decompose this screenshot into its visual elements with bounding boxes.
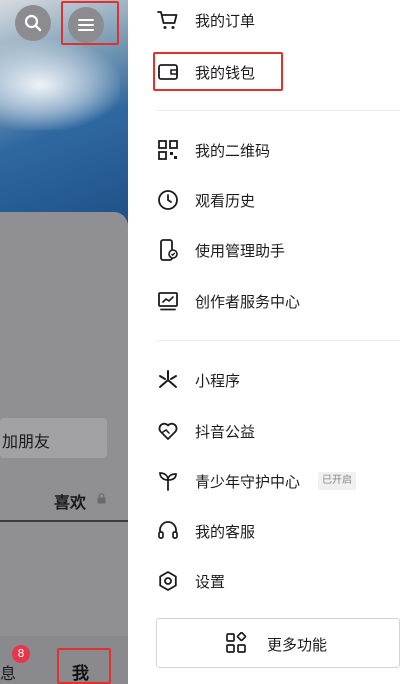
- menu-item-label: 观看历史: [195, 192, 256, 210]
- creator-chart-icon: [158, 292, 178, 311]
- qrcode-icon: [158, 140, 178, 160]
- menu-item-label: 我的二维码: [195, 142, 271, 160]
- phone-settings-icon: [160, 239, 178, 261]
- menu-button-highlight: [61, 1, 119, 45]
- tab-indicator: [0, 520, 128, 522]
- menu-divider: [156, 110, 400, 111]
- nav-me-highlight: [57, 648, 111, 684]
- menu-item-label: 创作者服务中心: [195, 293, 301, 311]
- settings-hexagon-icon: [159, 571, 177, 591]
- menu-item-mini-program[interactable]: 小程序: [128, 360, 420, 400]
- headset-icon: [158, 521, 178, 539]
- add-friend-label: 加朋友: [2, 432, 51, 451]
- menu-item-customer-service[interactable]: 我的客服: [128, 511, 420, 551]
- menu-item-label: 小程序: [195, 372, 241, 390]
- profile-page-overlay[interactable]: 加朋友 喜欢 息 8 我: [0, 0, 128, 684]
- cover-glare: [0, 40, 120, 130]
- menu-item-charity[interactable]: 抖音公益: [128, 411, 420, 451]
- lock-icon: [97, 493, 106, 504]
- menu-item-label: 我的订单: [195, 12, 256, 30]
- search-icon: [24, 14, 42, 32]
- menu-item-label: 抖音公益: [195, 423, 256, 441]
- menu-item-label: 使用管理助手: [195, 242, 286, 260]
- heart-hands-icon: [158, 422, 178, 440]
- more-features-label: 更多功能: [267, 636, 328, 654]
- menu-item-settings[interactable]: 设置: [128, 561, 420, 601]
- menu-item-label: 设置: [195, 573, 226, 591]
- sprout-icon: [159, 472, 177, 491]
- mini-program-icon: [159, 370, 177, 388]
- menu-item-label: 青少年守护中心: [195, 473, 301, 491]
- messages-badge: 8: [12, 645, 30, 663]
- wallet-highlight: [153, 52, 283, 91]
- menu-item-usage-assistant[interactable]: 使用管理助手: [128, 230, 420, 270]
- status-badge: 已开启: [318, 472, 356, 490]
- grid-apps-icon: [226, 632, 247, 653]
- menu-item-orders[interactable]: 我的订单: [128, 0, 420, 40]
- side-menu-panel: 我的订单 我的钱包 我的二维码 观看历史 使用管理助手 创作者服务中心 小程序 …: [128, 0, 420, 684]
- clock-icon: [158, 190, 178, 210]
- more-features-button[interactable]: 更多功能: [156, 618, 400, 668]
- menu-item-history[interactable]: 观看历史: [128, 180, 420, 220]
- menu-divider: [156, 340, 400, 341]
- nav-messages[interactable]: 息: [0, 660, 16, 684]
- menu-item-qrcode[interactable]: 我的二维码: [128, 130, 420, 170]
- add-friend-button[interactable]: 加朋友: [0, 418, 107, 458]
- tab-likes[interactable]: 喜欢: [54, 489, 86, 513]
- menu-item-youth-guard[interactable]: 青少年守护中心 已开启: [128, 461, 420, 501]
- search-button[interactable]: [15, 5, 51, 41]
- menu-item-creator-center[interactable]: 创作者服务中心: [128, 281, 420, 321]
- cart-icon: [157, 11, 178, 29]
- menu-item-label: 我的客服: [195, 523, 256, 541]
